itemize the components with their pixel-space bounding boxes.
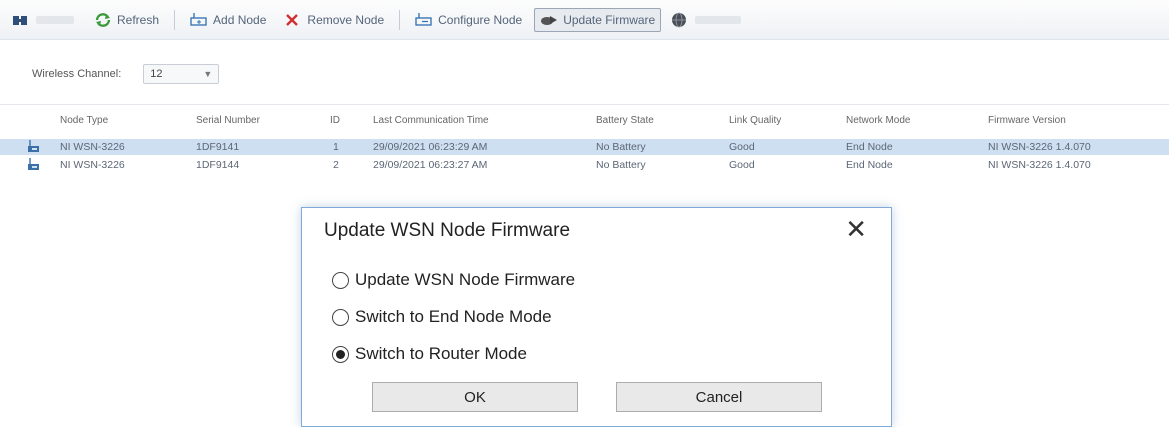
configure-node-button[interactable]: Configure Node — [409, 8, 528, 32]
configure-node-icon — [415, 12, 433, 28]
column-header[interactable]: Firmware Version — [988, 115, 1066, 126]
column-header[interactable]: Serial Number — [196, 115, 260, 126]
toolbar-separator — [174, 9, 176, 30]
wsn-node-icon — [26, 140, 42, 154]
chevron-down-icon: ▼ — [203, 69, 213, 79]
refresh-button[interactable]: Refresh — [88, 8, 165, 32]
cell-serial: 1DF9141 — [196, 141, 240, 153]
option-label: Switch to End Node Mode — [355, 307, 552, 326]
cell-node-type: NI WSN-3226 — [60, 141, 125, 153]
dialog-title: Update WSN Node Firmware — [324, 220, 571, 241]
cell-id: 1 — [333, 141, 339, 153]
column-header[interactable]: Last Communication Time — [373, 115, 489, 126]
channel-label: Wireless Channel: — [32, 68, 122, 80]
cell-id: 2 — [333, 159, 339, 171]
close-icon[interactable]: ✕ — [845, 216, 867, 242]
wsn-node-icon — [26, 158, 42, 172]
remove-node-label: Remove Node — [307, 12, 385, 27]
option-end-node-mode[interactable]: Switch to End Node Mode — [332, 307, 552, 327]
toolbar-blank — [695, 15, 742, 24]
cell-battery: No Battery — [596, 141, 646, 153]
cell-serial: 1DF9144 — [196, 159, 240, 171]
cell-battery: No Battery — [596, 159, 646, 171]
radio-end-node-mode[interactable] — [332, 308, 349, 326]
ok-button[interactable]: OK — [372, 382, 578, 412]
cancel-button[interactable]: Cancel — [616, 382, 822, 412]
refresh-icon — [94, 12, 112, 28]
remove-node-icon — [284, 12, 302, 28]
cell-network-mode: End Node — [846, 141, 893, 153]
configure-node-label: Configure Node — [438, 12, 523, 27]
radio-update-firmware[interactable] — [332, 271, 349, 289]
toolbar-separator — [399, 9, 401, 30]
cell-link-quality: Good — [729, 159, 755, 171]
add-node-button[interactable]: Add Node — [184, 8, 272, 32]
radio-selected-dot — [336, 349, 345, 359]
node-table: Node Type Serial Number ID Last Communic… — [0, 104, 1169, 184]
option-router-mode[interactable]: Switch to Router Mode — [332, 344, 527, 364]
update-firmware-icon — [540, 12, 558, 28]
add-node-label: Add Node — [213, 12, 267, 27]
channel-value: 12 — [150, 68, 163, 80]
update-firmware-button[interactable]: Update Firmware — [534, 7, 662, 32]
channel-row: Wireless Channel: 12 ▼ — [32, 64, 220, 84]
cell-last-comm: 29/09/2021 06:23:27 AM — [373, 159, 488, 171]
column-header[interactable]: ID — [330, 115, 340, 126]
radio-router-mode[interactable] — [332, 345, 349, 363]
column-header[interactable]: Battery State — [596, 115, 654, 126]
cell-last-comm: 29/09/2021 06:23:29 AM — [373, 141, 488, 153]
remove-node-button[interactable]: Remove Node — [278, 8, 390, 32]
option-update-firmware[interactable]: Update WSN Node Firmware — [332, 270, 575, 290]
option-label: Switch to Router Mode — [355, 344, 527, 363]
channel-select[interactable]: 12 ▼ — [143, 64, 220, 84]
refresh-label: Refresh — [117, 12, 160, 27]
column-header[interactable]: Network Mode — [846, 115, 910, 126]
table-row[interactable]: NI WSN-3226 1DF9144 2 29/09/2021 06:23:2… — [0, 157, 1169, 173]
table-header: Node Type Serial Number ID Last Communic… — [0, 113, 1169, 135]
add-node-icon — [190, 12, 208, 28]
toolbar-blank — [36, 15, 74, 24]
globe-icon[interactable] — [671, 12, 689, 28]
cell-firmware: NI WSN-3226 1.4.070 — [988, 141, 1091, 153]
cell-node-type: NI WSN-3226 — [60, 159, 125, 171]
column-header[interactable]: Link Quality — [729, 115, 781, 126]
update-firmware-label: Update Firmware — [563, 12, 656, 27]
app-icon — [12, 12, 30, 28]
toolbar: Refresh Add Node Remove Node Configure N… — [0, 0, 1169, 40]
cell-firmware: NI WSN-3226 1.4.070 — [988, 159, 1091, 171]
option-label: Update WSN Node Firmware — [355, 270, 576, 289]
table-row[interactable]: NI WSN-3226 1DF9141 1 29/09/2021 06:23:2… — [0, 139, 1169, 155]
column-header[interactable]: Node Type — [60, 115, 108, 126]
cell-network-mode: End Node — [846, 159, 893, 171]
update-firmware-dialog: Update WSN Node Firmware ✕ Update WSN No… — [301, 207, 892, 427]
cell-link-quality: Good — [729, 141, 755, 153]
